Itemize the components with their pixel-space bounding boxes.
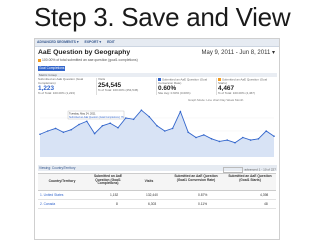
data-point[interactable]	[226, 139, 228, 141]
data-point[interactable]	[86, 120, 88, 123]
chart-controls[interactable]: Graph Mode: Line chart Day Week Month	[188, 98, 244, 102]
data-point[interactable]	[125, 117, 127, 119]
data-point[interactable]	[179, 110, 182, 113]
cell-country[interactable]: 2. Canada	[40, 200, 55, 208]
scorecard-starts[interactable]: Submitted an AaE Question (Goal Starts) …	[218, 78, 276, 95]
table-search-input[interactable]	[223, 167, 244, 173]
cell-completions: 8	[116, 202, 118, 206]
data-point[interactable]	[265, 130, 267, 132]
data-point[interactable]	[101, 125, 104, 127]
data-point[interactable]	[218, 140, 221, 143]
data-point[interactable]	[70, 128, 72, 131]
cell-country[interactable]: 1. United States	[40, 191, 63, 199]
scorecard-completions[interactable]: Submitted an AaE Question (Goal Completi…	[38, 77, 97, 96]
slide-title: Step 3. Save and View	[34, 2, 291, 32]
data-point[interactable]	[156, 125, 158, 127]
data-point[interactable]	[54, 127, 57, 130]
data-point[interactable]	[187, 131, 189, 134]
export-button[interactable]: EXPORT ▾	[85, 40, 102, 44]
col-country[interactable]: Country/Territory	[40, 179, 84, 184]
advanced-filter-link[interactable]: advanced	[244, 168, 257, 172]
data-point[interactable]	[132, 118, 135, 121]
data-point[interactable]	[273, 135, 275, 137]
report-title: AaE Question by Geography	[38, 49, 131, 56]
segment-color-icon	[38, 58, 41, 62]
cell-visits: 132,440	[146, 193, 158, 197]
data-point[interactable]	[195, 136, 197, 139]
table-row: 2. Canada 8 6,303 0.11% 48	[38, 200, 276, 209]
data-point[interactable]	[171, 127, 174, 130]
data-point[interactable]	[164, 130, 166, 132]
cell-rate: 0.87%	[198, 193, 208, 197]
data-point[interactable]	[257, 138, 260, 140]
pagination-range[interactable]: 1 - 10 of 227	[259, 168, 276, 172]
data-point[interactable]	[78, 123, 80, 126]
col-conversion-rate[interactable]: Submitted an AaE Question (Goal1 Convers…	[172, 174, 220, 182]
cell-completions: 1,152	[110, 193, 119, 197]
data-point[interactable]	[249, 139, 252, 141]
table-row: 1. United States 1,152 132,440 0.87% 4,3…	[38, 191, 276, 200]
cell-rate: 0.11%	[198, 202, 208, 206]
report-toolbar: ADVANCED SEGMENTS ▾ EXPORT ▾ EDIT	[35, 39, 279, 47]
table-header: Country/Territory Submitted an AaE Quest…	[38, 173, 276, 191]
scorecard-sub: Site Avg: 0.60% (0.00%)	[158, 91, 191, 96]
data-point[interactable]	[140, 109, 143, 111]
scorecard-label: Submitted an AaE Question (Goal Completi…	[38, 77, 84, 85]
edit-button[interactable]: EDIT	[107, 40, 115, 44]
advanced-segments-button[interactable]: ADVANCED SEGMENTS ▾	[37, 40, 79, 44]
scorecard-conversion-rate[interactable]: Submitted an AaE Question (Goal Conversi…	[158, 78, 217, 95]
cell-visits: 6,303	[148, 202, 157, 206]
col-completions[interactable]: Submitted an AaE Question (Goal1 Complet…	[88, 174, 128, 186]
data-point[interactable]	[234, 141, 236, 144]
data-point[interactable]	[39, 133, 41, 136]
scorecard-sub: % of Total: 100.00% (4,467)	[218, 91, 255, 96]
data-point[interactable]	[242, 136, 244, 139]
scorecard-visits[interactable]: Visits 254,545 % of Total: 100.00% (254,…	[98, 77, 157, 95]
data-point[interactable]	[148, 115, 150, 118]
data-table: advanced 1 - 10 of 227 Country/Territory…	[38, 167, 276, 209]
data-point[interactable]	[109, 122, 111, 124]
data-point[interactable]	[93, 132, 96, 135]
line-chart[interactable]: Graph Mode: Line chart Day Week Month Tu…	[38, 97, 276, 159]
tooltip-value: Submitted an AaE Question (Goal Completi…	[69, 116, 124, 119]
col-starts[interactable]: Submitted an AaE Question (Goal1 Starts)	[226, 174, 274, 182]
cell-starts: 4,398	[260, 193, 269, 197]
scorecard-sub: % of Total: 100.00% (1,223)	[38, 91, 75, 96]
analytics-screenshot: ADVANCED SEGMENTS ▾ EXPORT ▾ EDIT AaE Qu…	[34, 38, 280, 240]
data-point[interactable]	[203, 134, 205, 136]
scorecard-label: Submitted an AaE Question (Goal Starts)	[218, 77, 268, 85]
tooltip-date: Tuesday, May 24, 2011	[69, 112, 96, 116]
scorecard-label: Submitted an AaE Question (Goal Conversi…	[158, 77, 208, 85]
date-range-picker[interactable]: May 9, 2011 - Jun 8, 2011 ▾	[202, 49, 276, 56]
data-point[interactable]	[117, 126, 119, 129]
data-point[interactable]	[62, 131, 65, 134]
segment-note: 100.00% of total submitted an aae questi…	[38, 58, 138, 62]
cell-starts: 48	[264, 202, 268, 206]
chart-tooltip: Tuesday, May 24, 2011 Submitted an AaE Q…	[67, 110, 124, 120]
data-point[interactable]	[210, 138, 213, 140]
scorecard-sub: % of Total: 100.00% (254,545)	[98, 87, 139, 92]
goal-completions-tab[interactable]: Goal Completions	[38, 66, 65, 71]
data-point[interactable]	[47, 130, 49, 132]
col-visits[interactable]: Visits	[134, 179, 164, 184]
table-controls: advanced 1 - 10 of 227	[223, 167, 276, 173]
